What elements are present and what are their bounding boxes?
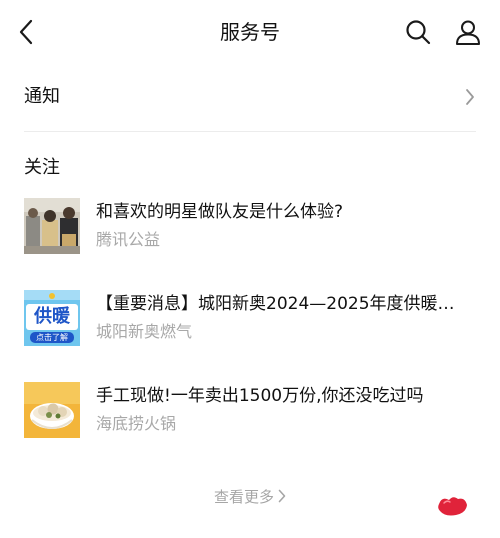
thumb-main-text: 供暖 [34, 306, 70, 327]
divider [24, 131, 476, 132]
food-bowl-thumbnail [24, 382, 80, 438]
list-item[interactable]: 和喜欢的明星做队友是什么体验? 腾讯公益 [0, 196, 500, 256]
item-source: 城阳新奥燃气 [96, 322, 193, 341]
photo-thumbnail [24, 198, 80, 254]
view-more-label: 查看更多 [213, 488, 274, 506]
item-title: 【重要消息】城阳新奥2024—2025年度供暖缴费开始了 [96, 294, 468, 314]
view-more-button[interactable]: 查看更多 [0, 482, 500, 512]
thumb-sub-text: 点击了解 [36, 333, 68, 342]
user-icon[interactable] [452, 16, 484, 48]
search-icon[interactable] [402, 16, 434, 48]
nav-bar: 服务号 [0, 0, 500, 64]
item-source: 腾讯公益 [96, 230, 161, 249]
chevron-right-icon [460, 85, 480, 109]
list-item[interactable]: 手工现做!一年卖出1500万份,你还没吃过吗 海底捞火锅 [0, 380, 500, 440]
notifications-label: 通知 [24, 86, 60, 107]
notifications-row[interactable]: 通知 [0, 72, 500, 122]
chevron-right-icon [278, 483, 286, 513]
item-source: 海底捞火锅 [96, 414, 177, 433]
heart-sticker-icon [436, 494, 470, 518]
section-title-followed: 关注 [24, 157, 60, 178]
heating-banner-thumbnail: 供暖 点击了解 [24, 290, 80, 346]
item-title: 和喜欢的明星做队友是什么体验? [96, 202, 344, 222]
item-title: 手工现做!一年卖出1500万份,你还没吃过吗 [96, 386, 424, 406]
list-item[interactable]: 供暖 点击了解 【重要消息】城阳新奥2024—2025年度供暖缴费开始了 城阳新… [0, 288, 500, 348]
